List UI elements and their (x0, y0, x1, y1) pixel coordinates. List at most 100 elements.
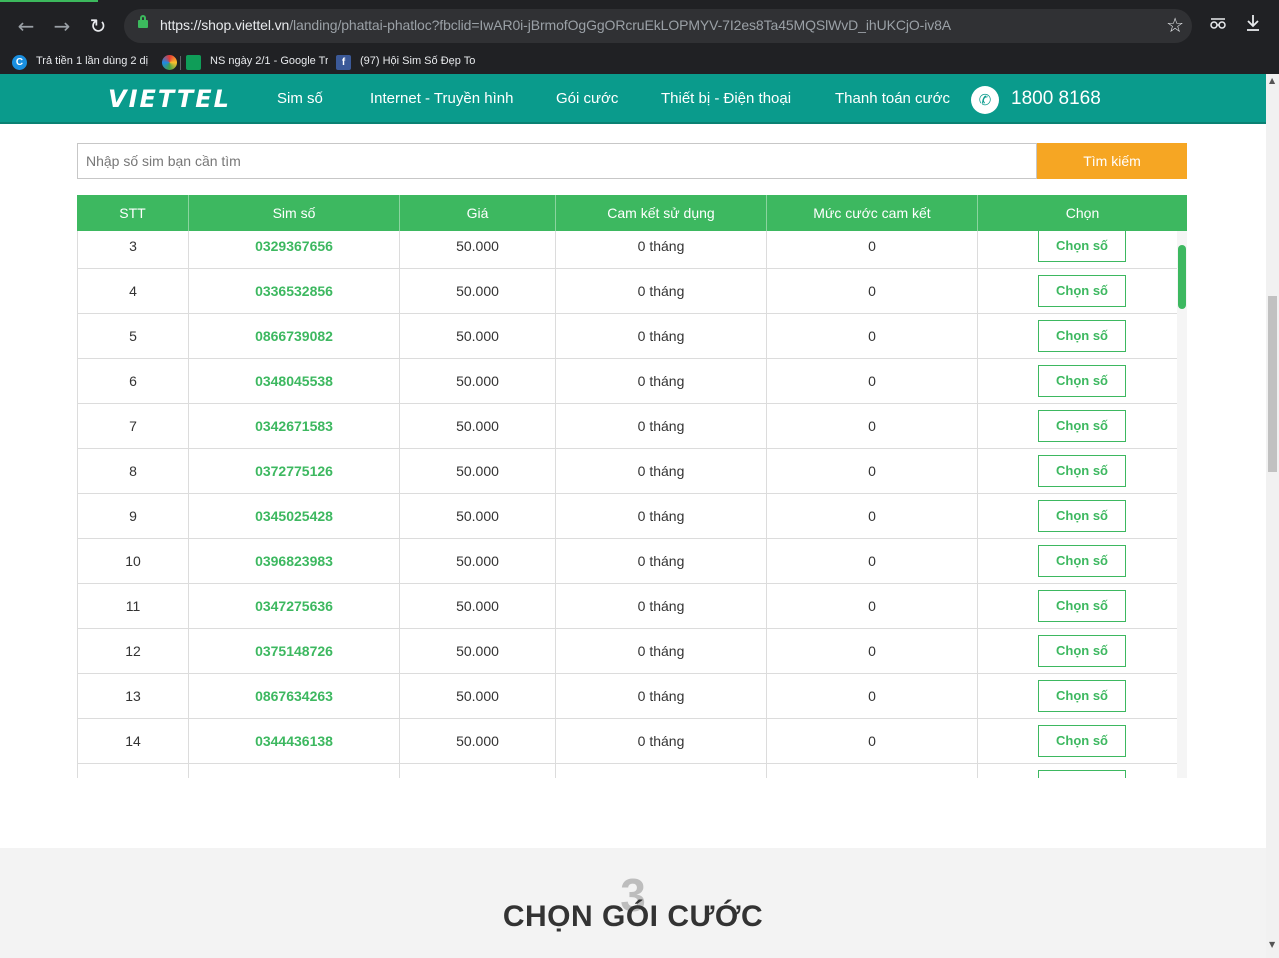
sim-search-input[interactable] (77, 143, 1037, 179)
choose-number-button[interactable] (1038, 770, 1126, 778)
table-scrollbar[interactable] (1177, 231, 1187, 778)
hotline-number[interactable]: 1800 8168 (1011, 88, 1101, 110)
choose-number-button[interactable]: Chọn số (1038, 410, 1126, 442)
cell-choose: Chọn số (978, 269, 1177, 314)
cell-choose: Chọn số (978, 539, 1177, 584)
url-path: /landing/phattai-phatloc?fbclid=IwAR0i-j… (289, 17, 952, 33)
sim-table: STT Sim số Giá Cam kết sử dụng Mức cước … (77, 195, 1187, 778)
cell-stt (78, 764, 189, 778)
cell-price: 50.000 (400, 674, 556, 719)
viettel-logo[interactable]: VIETTEL (108, 86, 231, 112)
site-header: VIETTEL Sim số Internet - Truyền hình Gó… (0, 74, 1266, 124)
scroll-up-arrow-icon[interactable]: ▲ (1269, 76, 1275, 85)
cell-commit-fee (767, 764, 978, 778)
choose-plan-section: 3 CHỌN GÓI CƯỚC (0, 848, 1266, 958)
cell-price: 50.000 (400, 314, 556, 359)
choose-number-button[interactable]: Chọn số (1038, 545, 1126, 577)
cell-choose: Chọn số (978, 629, 1177, 674)
reload-icon[interactable]: ↻ (86, 14, 110, 38)
cell-price: 50.000 (400, 629, 556, 674)
lock-icon (138, 15, 148, 28)
cell-sim-number: 0867634263 (189, 674, 400, 719)
address-bar[interactable]: https://shop.viettel.vn/landing/phattai-… (124, 9, 1192, 43)
nav-internet-truyen-hinh[interactable]: Internet - Truyền hình (370, 90, 513, 107)
column-header-stt: STT (119, 205, 146, 221)
cell-commit-fee: 0 (767, 449, 978, 494)
cell-commitment: 0 tháng (556, 539, 767, 584)
table-row: 11 0347275636 50.000 0 tháng 0 Chọn số (78, 584, 1177, 629)
scroll-down-arrow-icon[interactable]: ▼ (1269, 940, 1275, 949)
choose-number-button[interactable]: Chọn số (1038, 725, 1126, 757)
cell-commit-fee: 0 (767, 359, 978, 404)
cell-price: 50.000 (400, 494, 556, 539)
page-scrollbar[interactable]: ▲ ▼ (1266, 74, 1279, 958)
table-row: 3 0329367656 50.000 0 tháng 0 Chọn số (78, 231, 1177, 269)
page-scrollbar-thumb[interactable] (1268, 296, 1277, 472)
choose-number-button[interactable]: Chọn số (1038, 231, 1126, 262)
url-host: https://shop.viettel.vn (160, 17, 290, 33)
choose-number-button[interactable]: Chọn số (1038, 590, 1126, 622)
table-scrollbar-thumb[interactable] (1178, 245, 1186, 309)
cell-sim-number (189, 764, 400, 778)
choose-number-button[interactable]: Chọn số (1038, 500, 1126, 532)
table-header: STT Sim số Giá Cam kết sử dụng Mức cước … (77, 195, 1187, 231)
nav-thanh-toan-cuoc[interactable]: Thanh toán cước (835, 90, 950, 107)
bookmark-star-icon[interactable]: ☆ (1166, 13, 1184, 37)
cell-stt: 3 (78, 231, 189, 269)
cell-price: 50.000 (400, 449, 556, 494)
download-icon[interactable] (1245, 14, 1261, 37)
bookmark-rainbow-icon[interactable] (162, 55, 177, 70)
table-row: 13 0867634263 50.000 0 tháng 0 Chọn số (78, 674, 1177, 719)
choose-number-button[interactable]: Chọn số (1038, 320, 1126, 352)
forward-arrow-icon[interactable]: → (50, 14, 74, 38)
url-text[interactable]: https://shop.viettel.vn/landing/phattai-… (160, 17, 951, 33)
nav-thiet-bi[interactable]: Thiết bị - Điện thoại (661, 90, 791, 107)
cell-choose: Chọn số (978, 674, 1177, 719)
cell-choose: Chọn số (978, 404, 1177, 449)
cell-choose: Chọn số (978, 449, 1177, 494)
cell-stt: 10 (78, 539, 189, 584)
cell-stt: 4 (78, 269, 189, 314)
browser-toolbar: ← → ↻ https://shop.viettel.vn/landing/ph… (0, 0, 1279, 52)
cell-stt: 13 (78, 674, 189, 719)
column-header-chon: Chọn (977, 195, 1187, 231)
cell-stt: 5 (78, 314, 189, 359)
cell-choose: Chọn số (978, 359, 1177, 404)
cell-price: 50.000 (400, 269, 556, 314)
table-row: 9 0345025428 50.000 0 tháng 0 Chọn số (78, 494, 1177, 539)
bookmark-item-hoi-sim[interactable]: (97) Hội Sim Số Đẹp To (360, 55, 478, 67)
cell-commit-fee: 0 (767, 404, 978, 449)
choose-number-button[interactable]: Chọn số (1038, 455, 1126, 487)
cell-choose: Chọn số (978, 719, 1177, 764)
table-row: 7 0342671583 50.000 0 tháng 0 Chọn số (78, 404, 1177, 449)
cell-commit-fee: 0 (767, 269, 978, 314)
back-arrow-icon[interactable]: ← (14, 14, 38, 38)
bookmark-separator (180, 56, 181, 70)
cell-price: 50.000 (400, 584, 556, 629)
nav-goi-cuoc[interactable]: Gói cước (556, 90, 618, 107)
cell-commitment: 0 tháng (556, 231, 767, 269)
cell-commitment: 0 tháng (556, 269, 767, 314)
choose-number-button[interactable]: Chọn số (1038, 635, 1126, 667)
choose-number-button[interactable]: Chọn số (1038, 275, 1126, 307)
cell-choose: Chọn số (978, 584, 1177, 629)
reader-glasses-icon[interactable] (1209, 14, 1227, 37)
cell-commitment: 0 tháng (556, 314, 767, 359)
google-sheets-icon (186, 55, 201, 70)
cell-commit-fee: 0 (767, 539, 978, 584)
table-row: 6 0348045538 50.000 0 tháng 0 Chọn số (78, 359, 1177, 404)
table-row: 5 0866739082 50.000 0 tháng 0 Chọn số (78, 314, 1177, 359)
cell-sim-number: 0348045538 (189, 359, 400, 404)
nav-sim-so[interactable]: Sim số (277, 90, 323, 107)
cell-commit-fee: 0 (767, 629, 978, 674)
bookmark-item-ns-ngay[interactable]: NS ngày 2/1 - Google Tr (210, 55, 328, 67)
bookmark-item-tra-tien[interactable]: Trả tiền 1 lần dùng 2 dị (36, 55, 152, 67)
table-body[interactable]: 3 0329367656 50.000 0 tháng 0 Chọn số 4 0336532… (77, 231, 1177, 778)
cell-commitment: 0 tháng (556, 629, 767, 674)
cell-sim-number: 0372775126 (189, 449, 400, 494)
cell-commit-fee: 0 (767, 584, 978, 629)
choose-number-button[interactable]: Chọn số (1038, 365, 1126, 397)
cell-stt: 7 (78, 404, 189, 449)
search-button[interactable]: Tìm kiếm (1037, 143, 1187, 179)
choose-number-button[interactable]: Chọn số (1038, 680, 1126, 712)
